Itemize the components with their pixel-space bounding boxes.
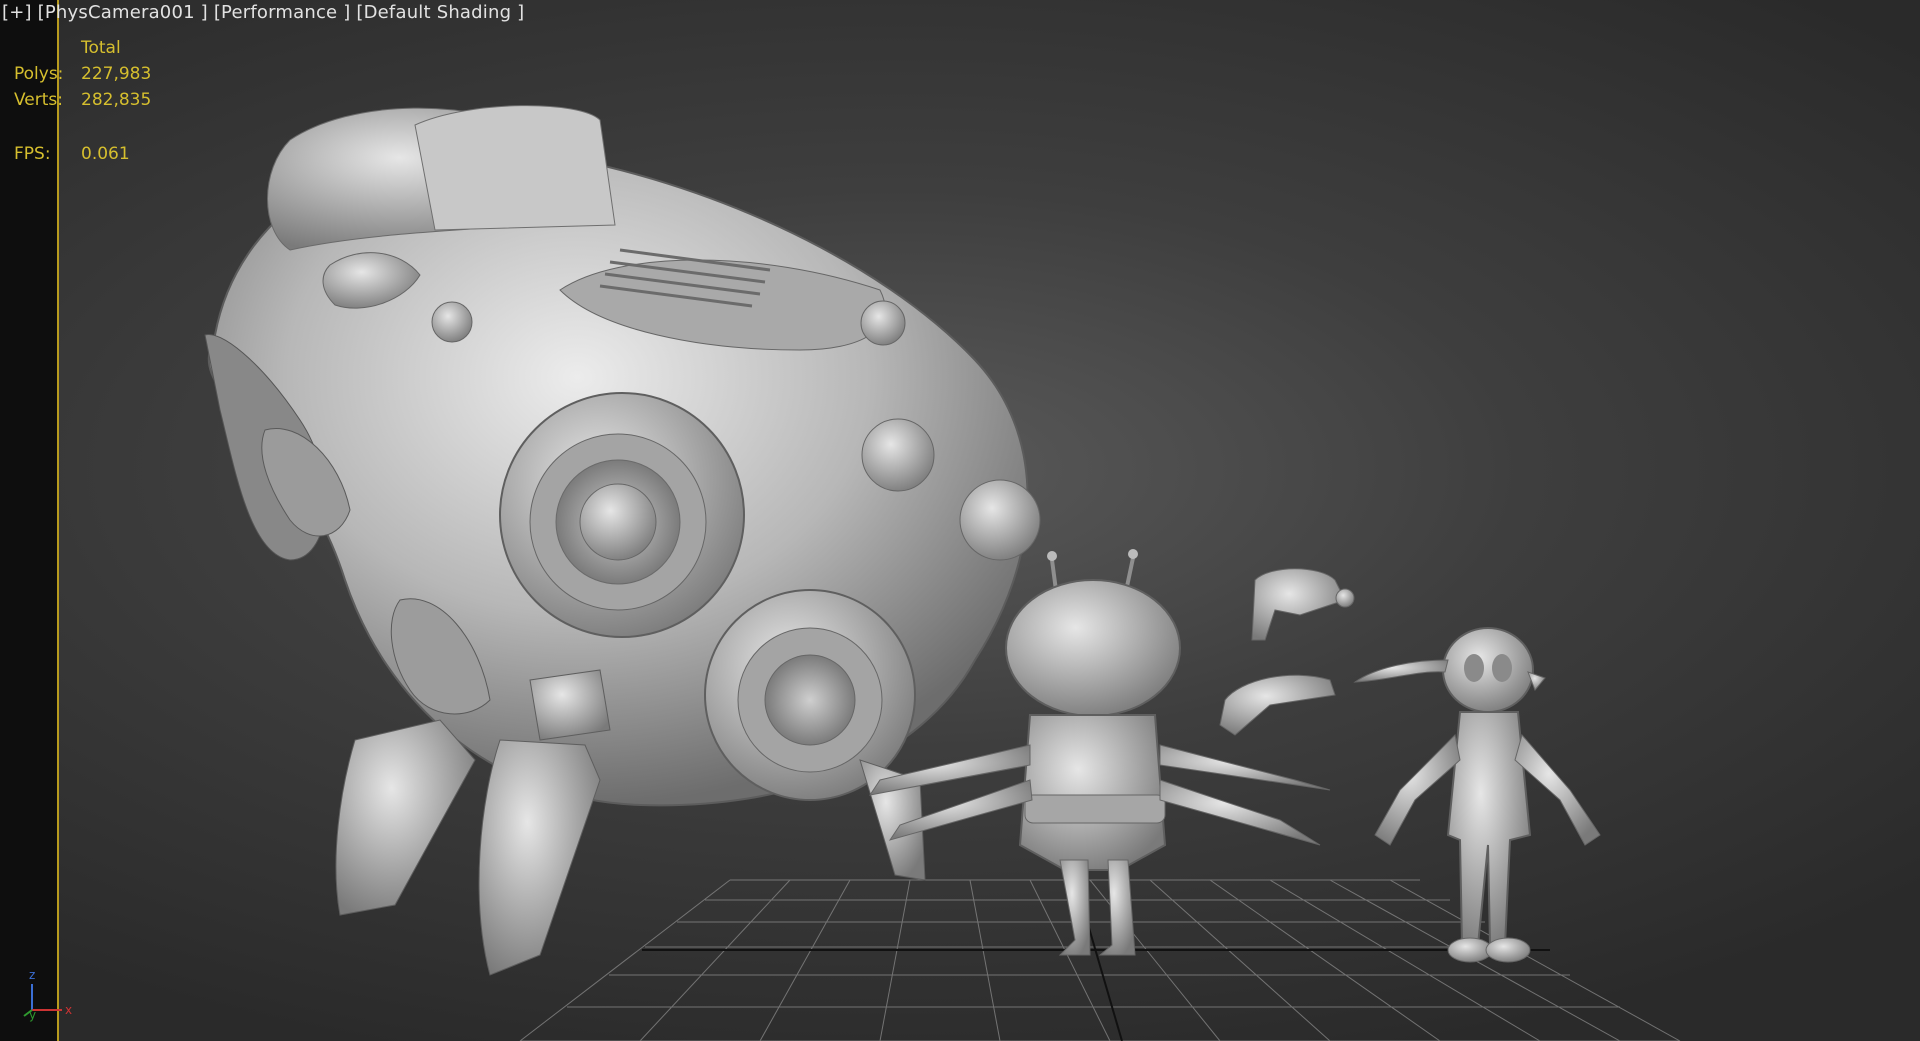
safe-frame-line — [57, 0, 59, 1041]
stats-total-header: Total — [81, 38, 121, 58]
gizmo-x-label: x — [65, 1003, 72, 1017]
ray-gun-model — [1251, 568, 1355, 641]
fps-label: FPS: — [14, 144, 51, 164]
gizmo-y-label: y — [29, 1008, 36, 1022]
verts-label: Verts: — [14, 90, 64, 110]
polys-label: Polys: — [14, 64, 64, 84]
viewport-label[interactable]: [+] [PhysCamera001 ] [Performance ] [Def… — [2, 2, 524, 23]
gizmo-z-label: z — [29, 968, 35, 982]
alien-character-model — [1353, 627, 1601, 963]
ray-pistol-model — [1219, 674, 1336, 736]
axis-gizmo-icon: z y x — [23, 968, 72, 1022]
verts-value: 282,835 — [81, 90, 152, 110]
robot-ship-model — [204, 105, 1041, 976]
scene-render — [204, 105, 1681, 1041]
fps-value: 0.061 — [81, 144, 130, 164]
polys-value: 227,983 — [81, 64, 152, 84]
